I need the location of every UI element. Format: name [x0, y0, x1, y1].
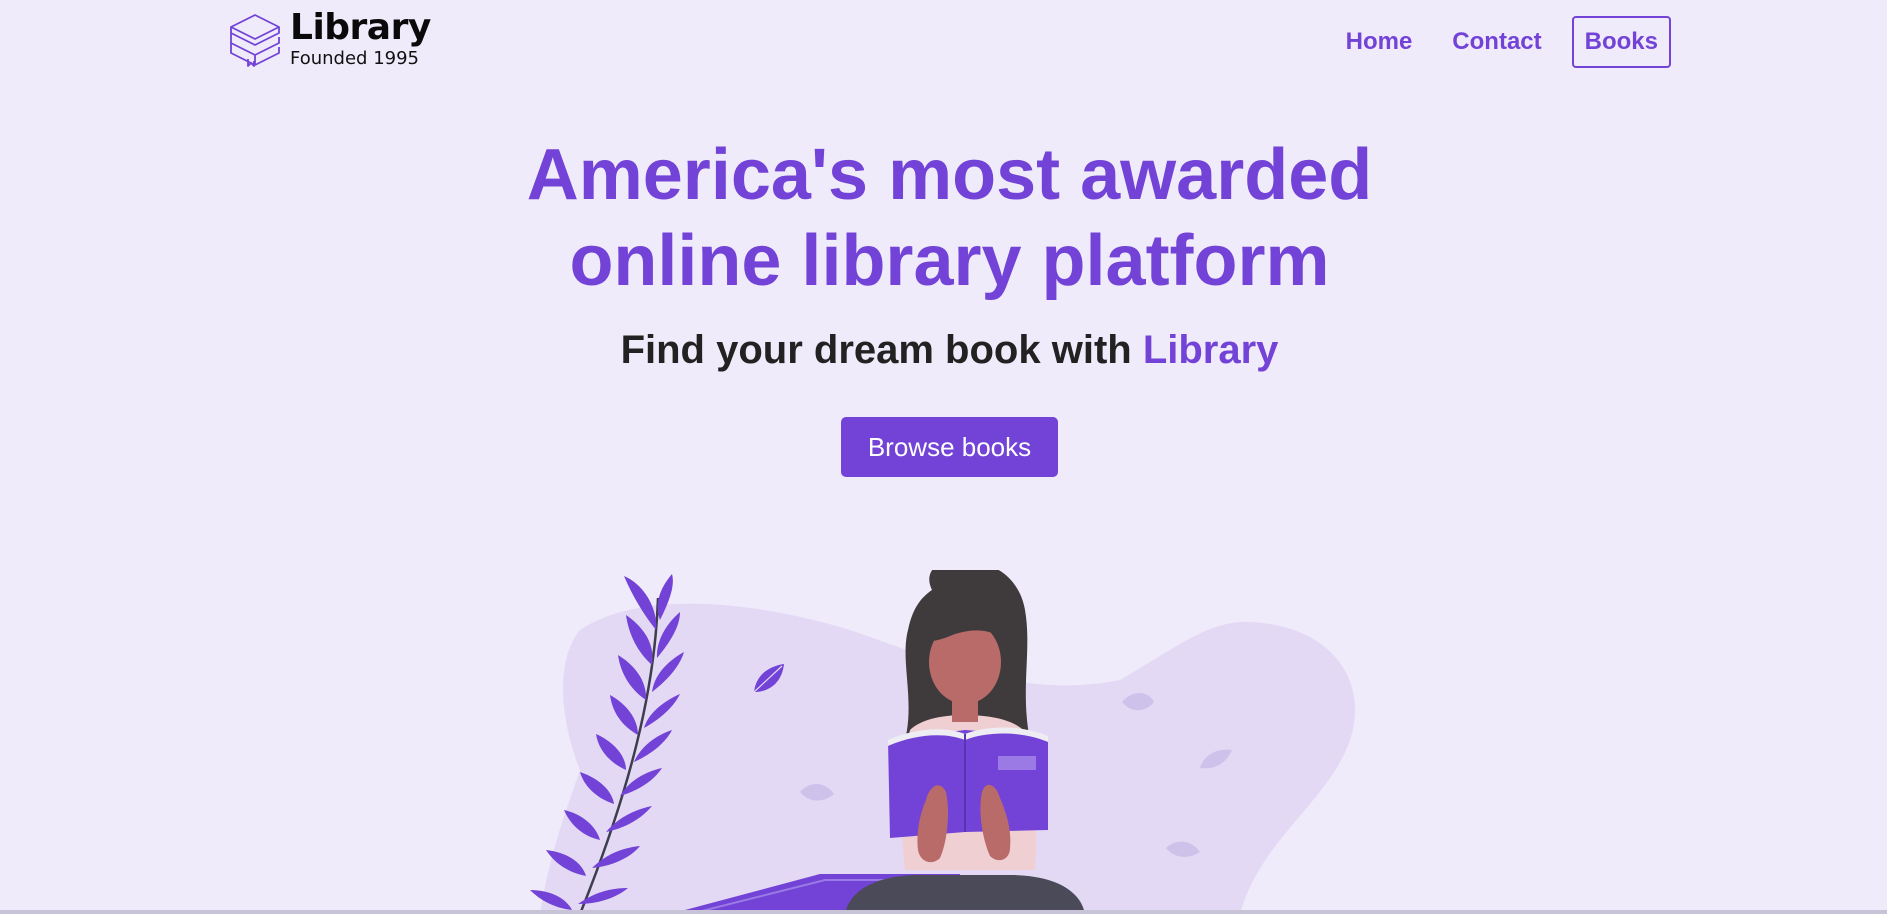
- nav-home-link[interactable]: Home: [1346, 18, 1413, 66]
- logo-subtitle: Founded 1995: [290, 48, 419, 69]
- hero-subtitle-prefix: Find your dream book with: [620, 328, 1143, 372]
- woman-reading-book-illustration: [530, 570, 1356, 914]
- hero-subtitle-accent: Library: [1142, 328, 1279, 372]
- nav-contact-link[interactable]: Contact: [1452, 18, 1541, 66]
- page: Library Founded 1995 Home Contact Books …: [0, 0, 1887, 914]
- held-book: [888, 727, 1048, 838]
- site-header: Library Founded 1995 Home Contact Books: [0, 0, 1887, 86]
- hero-title: America's most awarded online library pl…: [0, 132, 1887, 304]
- hero-subtitle: Find your dream book with Library: [0, 326, 1887, 374]
- stacked-books-icon: [230, 14, 280, 67]
- browse-books-button[interactable]: Browse books: [841, 417, 1058, 477]
- logo-text: Library Founded 1995: [290, 8, 431, 70]
- main-nav: Home Contact Books: [1306, 16, 1671, 68]
- hero-title-line2: online library platform: [569, 221, 1330, 301]
- nav-books-link[interactable]: Books: [1571, 16, 1671, 68]
- pants: [845, 875, 1085, 914]
- hero-title-line1: America's most awarded: [526, 135, 1373, 215]
- logo-title: Library: [290, 7, 431, 48]
- logo-link[interactable]: Library Founded 1995: [228, 8, 431, 70]
- bottom-divider: [0, 910, 1887, 914]
